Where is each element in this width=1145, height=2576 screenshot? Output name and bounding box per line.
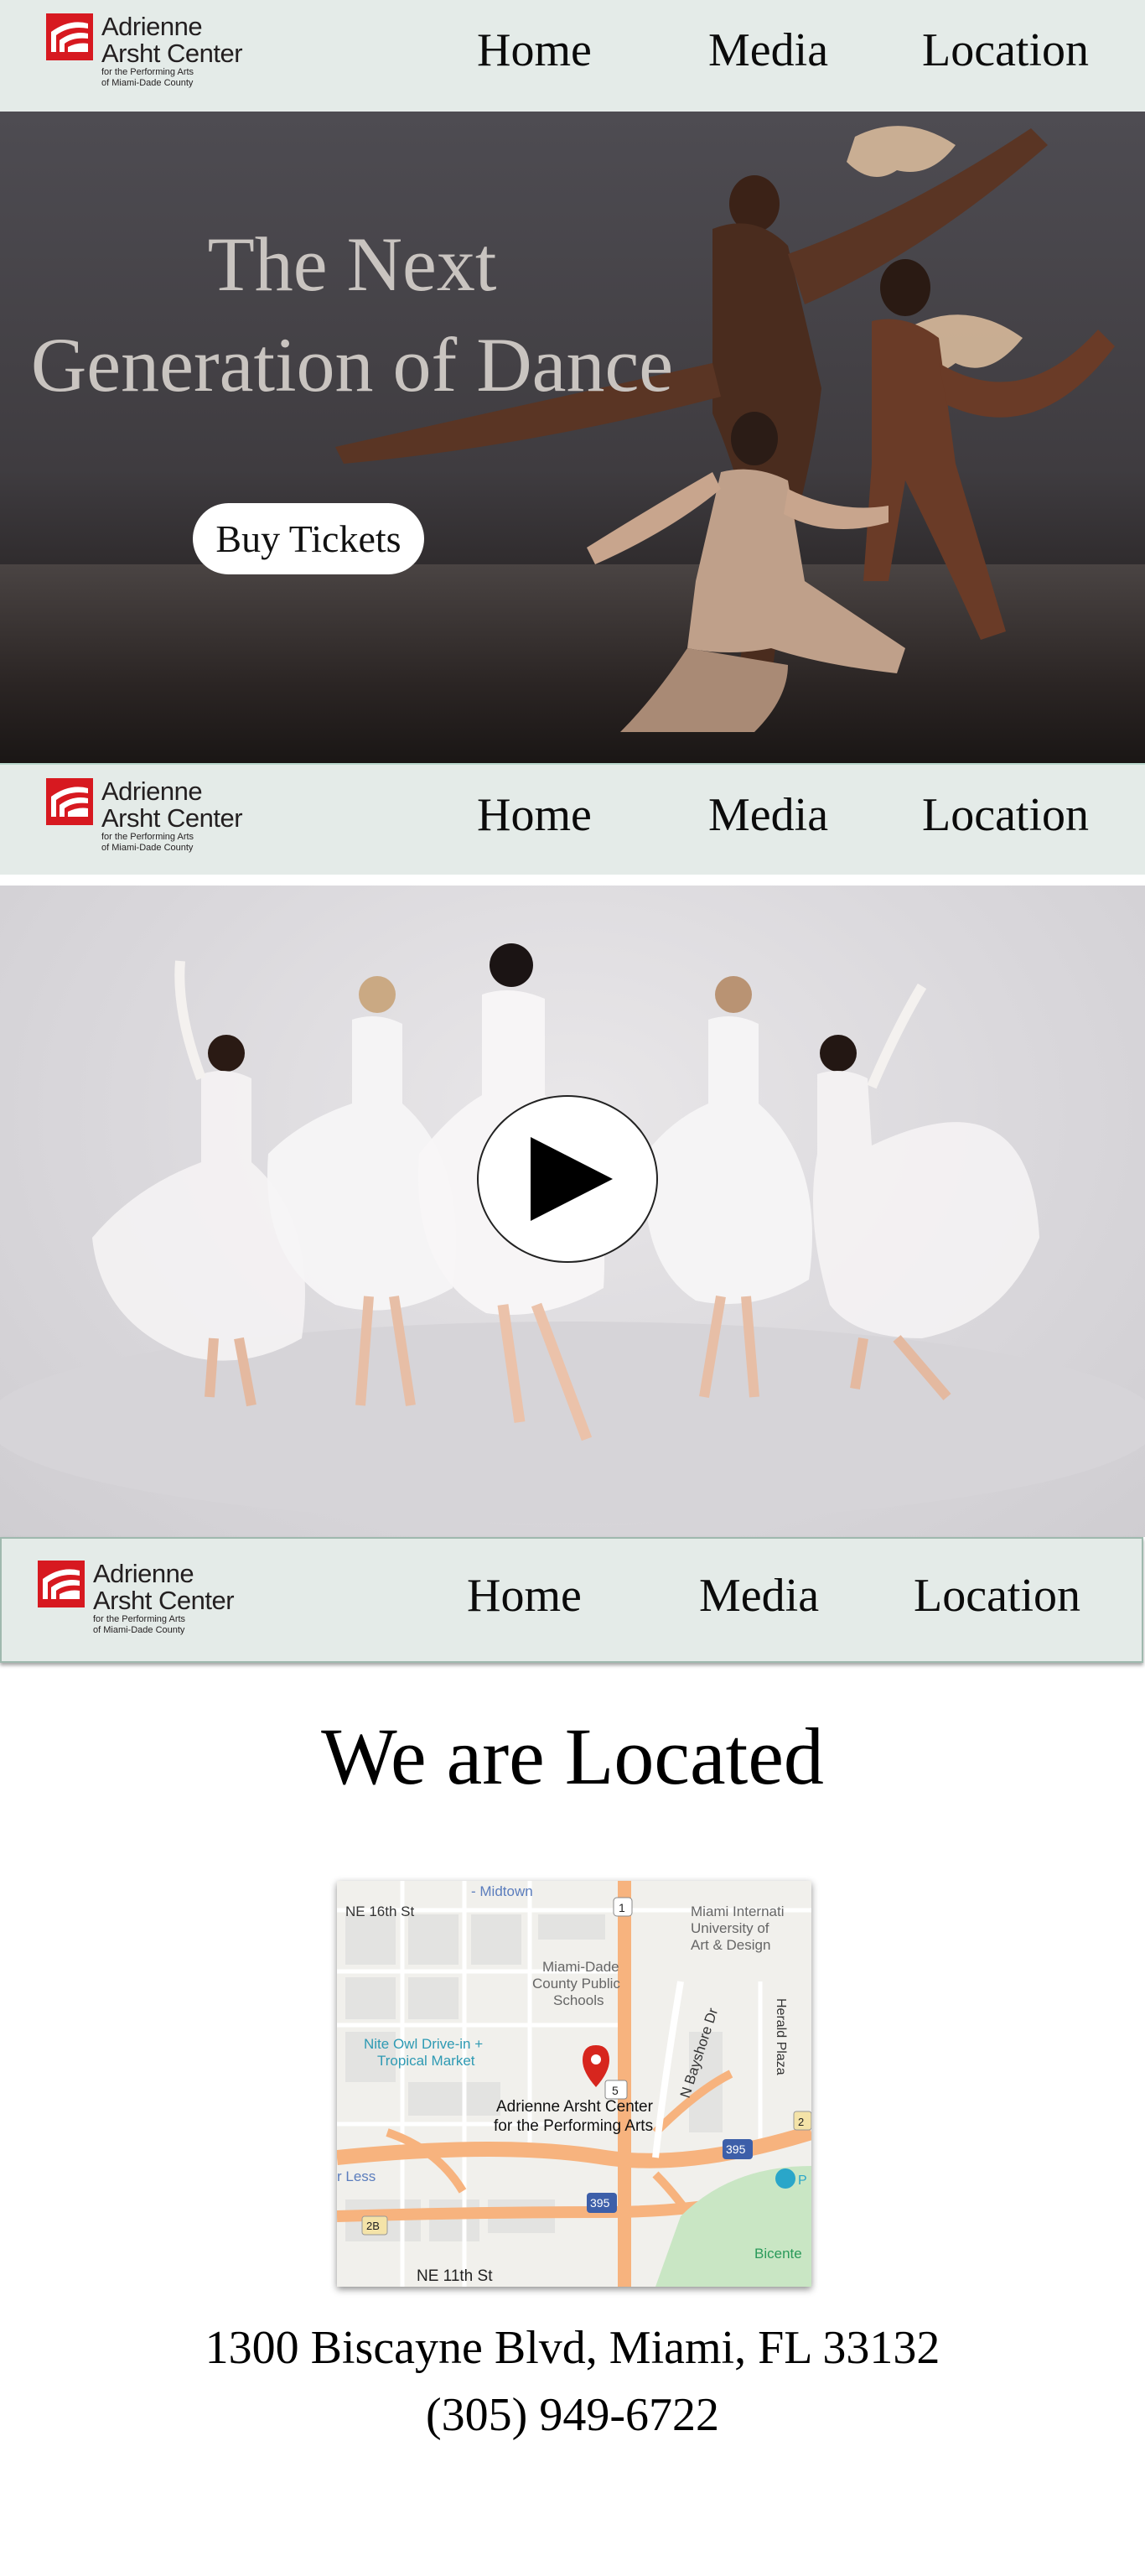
media-navbar: Adrienne Arsht Center for the Performing… <box>0 763 1145 875</box>
video-play-button[interactable] <box>477 1095 658 1263</box>
hero-section: The Next Generation of Dance Buy Tickets <box>0 112 1145 763</box>
arsht-center-logo[interactable]: Adrienne Arsht Center for the Performing… <box>38 1559 235 1635</box>
map-label-owl2: Tropical Market <box>377 2053 475 2069</box>
top-navbar: Adrienne Arsht Center for the Performing… <box>0 0 1145 112</box>
map-shield-5: 5 <box>612 2084 619 2097</box>
map-label-owl1: Nite Owl Drive-in + <box>364 2036 483 2052</box>
hero-title: The Next Generation of Dance <box>0 214 704 415</box>
nav-home-link[interactable]: Home <box>467 1569 582 1623</box>
map-label-ne11: NE 11th St <box>417 2267 493 2285</box>
map-label-p: P <box>798 2174 807 2188</box>
map-label-miu2: University of <box>691 1920 769 1936</box>
map-label-miu1: Miami Internati <box>691 1903 784 1919</box>
logo-line-3: for the Performing Arts <box>101 67 194 77</box>
map-label-school2: County Public <box>532 1976 620 1992</box>
nav-home-link[interactable]: Home <box>477 788 592 842</box>
venue-phone[interactable]: (305) 949-6722 <box>0 2388 1145 2442</box>
map-label-midtown: - Midtown <box>471 1883 533 1899</box>
dancers-photo <box>335 126 1115 732</box>
map-venue-line1: Adrienne Arsht Center <box>496 2098 654 2116</box>
logo-line-4: of Miami-Dade County <box>101 843 194 853</box>
location-heading: We are Located <box>321 1711 824 1801</box>
nav-media-link[interactable]: Media <box>708 788 828 842</box>
map-shield-395b: 395 <box>590 2196 610 2210</box>
play-icon <box>531 1137 613 1221</box>
logo-line-2: Arsht Center <box>101 39 243 68</box>
nav-media-link[interactable]: Media <box>699 1569 819 1623</box>
map-label-herald: Herald Plaza <box>774 1998 788 2075</box>
logo-line-4: of Miami-Dade County <box>93 1625 185 1635</box>
map-canvas: - Midtown NE 16th St Miami-Dade County P… <box>337 1881 811 2287</box>
location-map[interactable]: - Midtown NE 16th St Miami-Dade County P… <box>337 1881 811 2287</box>
map-shield-395a: 395 <box>726 2142 746 2156</box>
logo-line-2: Arsht Center <box>93 1586 235 1615</box>
nav-media-link[interactable]: Media <box>708 23 828 77</box>
logo-line-1: Adrienne <box>101 776 203 806</box>
arsht-logo-mark-icon <box>46 778 93 825</box>
map-venue-line2: for the Performing Arts <box>494 2117 653 2135</box>
logo-line-3: for the Performing Arts <box>93 1614 186 1624</box>
map-label-less: r Less <box>337 2168 376 2184</box>
map-label-ne16: NE 16th St <box>345 1903 414 1919</box>
arsht-center-logo[interactable]: Adrienne Arsht Center for the Performing… <box>46 776 243 853</box>
nav-location-link[interactable]: Location <box>914 1569 1080 1623</box>
buy-tickets-button[interactable]: Buy Tickets <box>193 503 424 574</box>
logo-line-2: Arsht Center <box>101 803 243 833</box>
hero-title-line-2: Generation of Dance <box>30 322 674 408</box>
video-section <box>0 886 1145 1537</box>
location-navbar: Adrienne Arsht Center for the Performing… <box>0 1537 1143 1663</box>
map-label-school3: Schools <box>553 1992 604 2008</box>
nav-location-link[interactable]: Location <box>922 23 1089 77</box>
hero-title-line-1: The Next <box>207 221 497 307</box>
logo-line-3: for the Performing Arts <box>101 832 194 842</box>
logo-line-4: of Miami-Dade County <box>101 78 194 88</box>
nav-location-link[interactable]: Location <box>922 788 1089 842</box>
arsht-logo-mark-icon <box>38 1561 85 1607</box>
nav-home-link[interactable]: Home <box>477 23 592 77</box>
map-shield-1a: 1 <box>619 1901 625 1914</box>
map-label-bicente: Bicente <box>754 2246 802 2262</box>
logo-line-1: Adrienne <box>93 1559 194 1588</box>
map-label-miu3: Art & Design <box>691 1937 770 1953</box>
arsht-logo-mark-icon <box>46 13 93 60</box>
logo-line-1: Adrienne <box>101 12 203 41</box>
arsht-center-logo[interactable]: Adrienne Arsht Center for the Performing… <box>46 12 243 88</box>
map-shield-2: 2 <box>798 2116 804 2128</box>
map-label-school1: Miami-Dade <box>542 1959 619 1975</box>
venue-address: 1300 Biscayne Blvd, Miami, FL 33132 <box>205 2322 940 2374</box>
map-shield-2b: 2B <box>366 2220 380 2232</box>
